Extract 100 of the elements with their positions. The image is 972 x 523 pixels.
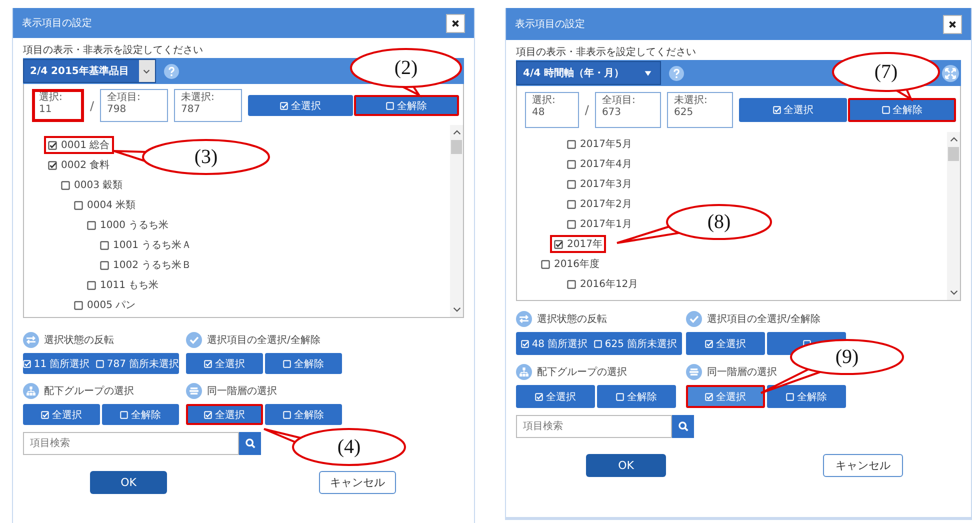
checkbox[interactable] — [567, 200, 576, 208]
separator-text: / — [584, 103, 589, 117]
dialog-title: 表示項目の設定 — [22, 16, 92, 30]
section-title: 選択状態の反転 — [44, 334, 114, 347]
count-label: 選択: — [532, 95, 556, 107]
scrollbar[interactable] — [450, 125, 463, 317]
select-all-button[interactable]: 全選択 — [686, 332, 765, 355]
empty-box-icon — [283, 410, 291, 418]
level-dropdown[interactable]: 2/4 2015年基準品目 — [23, 59, 156, 83]
clear-all-button[interactable]: 全解除 — [848, 98, 956, 122]
count-label: 未選択: — [181, 92, 216, 104]
section-title: 配下グループの選択 — [537, 366, 627, 379]
checkbox[interactable] — [48, 140, 57, 150]
tree-item[interactable]: 0004 米類 — [70, 196, 140, 214]
checkbox[interactable] — [554, 240, 563, 248]
tree-item[interactable]: 2017年1月 — [563, 215, 636, 233]
tree-item[interactable]: 2017年5月 — [563, 135, 636, 153]
close-button[interactable] — [943, 14, 962, 34]
tree-item[interactable]: 1002 うるち米Ｂ — [96, 256, 196, 274]
checkbox[interactable] — [567, 160, 576, 168]
search-button[interactable] — [239, 432, 261, 455]
checkbox[interactable] — [567, 180, 576, 188]
select-all-button[interactable]: 全選択 — [186, 404, 263, 425]
tree-item[interactable]: 2017年3月 — [563, 175, 636, 193]
tree-item[interactable]: 0005 パン — [70, 296, 140, 314]
instruction-text: 項目の表示・非表示を設定してください — [23, 44, 204, 57]
count-label: 全項目: — [107, 92, 142, 104]
scroll-down-icon[interactable] — [950, 289, 958, 296]
select-all-button[interactable]: 全選択 — [739, 98, 847, 122]
invert-selection-button[interactable]: 48 箇所選択 625 箇所未選択 — [516, 332, 682, 355]
tree-item[interactable]: 2017年4月 — [563, 155, 636, 173]
checkbox[interactable] — [567, 220, 576, 228]
tree-item[interactable]: 2016年12月 — [563, 275, 642, 293]
checked-box-icon — [204, 410, 212, 418]
ok-button[interactable]: OK — [586, 454, 666, 477]
scroll-down-icon[interactable] — [452, 306, 460, 313]
clear-all-button[interactable]: 全解除 — [354, 95, 459, 116]
checkbox[interactable] — [74, 200, 83, 210]
help-icon[interactable] — [164, 64, 179, 78]
cancel-button[interactable]: キャンセル — [319, 471, 396, 494]
empty-box-icon — [386, 102, 394, 110]
chevron-down-icon — [138, 60, 155, 82]
count-value: 48 — [532, 107, 546, 119]
swap-arrows-icon — [516, 311, 532, 327]
empty-box-icon — [283, 360, 291, 368]
close-icon — [451, 18, 460, 28]
level-dropdown[interactable]: 4/4 時間軸（年・月） — [516, 61, 662, 85]
empty-box-icon — [786, 392, 794, 400]
ok-button[interactable]: OK — [90, 471, 167, 494]
tree-item[interactable]: 2017年 — [550, 235, 606, 253]
checked-box-icon — [772, 106, 780, 114]
tree-item[interactable]: 2016年度 — [537, 255, 604, 273]
count-value: 787 — [181, 104, 202, 116]
checkbox[interactable] — [74, 300, 83, 310]
clear-all-button[interactable]: 全解除 — [767, 385, 846, 408]
select-all-button[interactable]: 全選択 — [248, 95, 353, 116]
cancel-button[interactable]: キャンセル — [823, 454, 903, 477]
org-chart-icon — [23, 383, 39, 399]
empty-box-icon — [882, 106, 890, 114]
checkbox[interactable] — [541, 260, 550, 268]
scroll-up-icon[interactable] — [950, 136, 958, 143]
select-all-button[interactable]: 全選択 — [23, 404, 100, 425]
tree-item[interactable]: 0001 総合 — [44, 136, 114, 154]
help-icon[interactable] — [669, 66, 684, 80]
checkbox[interactable] — [567, 280, 576, 288]
scrollbar[interactable] — [947, 132, 960, 300]
checkbox[interactable] — [100, 260, 109, 270]
tree-item[interactable]: 2017年2月 — [563, 195, 636, 213]
tree-item[interactable]: 0002 食料 — [44, 156, 114, 174]
select-all-button[interactable]: 全選択 — [686, 385, 765, 408]
count-value: 11 — [39, 104, 53, 116]
search-button[interactable] — [672, 415, 694, 438]
tree-item[interactable]: 1001 うるち米Ａ — [96, 236, 196, 254]
checkbox[interactable] — [567, 140, 576, 148]
clear-all-button[interactable]: 全解除 — [265, 404, 342, 425]
swap-arrows-icon — [23, 332, 39, 348]
tree-item[interactable]: 0003 穀類 — [57, 176, 127, 194]
checkbox[interactable] — [87, 280, 96, 290]
search-icon — [244, 438, 256, 449]
clear-all-button[interactable]: 全解除 — [102, 404, 179, 425]
checkbox[interactable] — [87, 220, 96, 230]
tree-item[interactable]: 1000 うるち米 — [83, 216, 173, 234]
checkbox[interactable] — [61, 180, 70, 190]
scroll-up-icon[interactable] — [452, 129, 460, 136]
tree-item[interactable]: 1011 もち米 — [83, 276, 163, 294]
search-field[interactable]: 項目検索 — [516, 415, 672, 438]
checkbox[interactable] — [48, 160, 57, 170]
checkbox[interactable] — [100, 240, 109, 250]
clear-all-button[interactable]: 全解除 — [265, 353, 342, 374]
clear-all-button[interactable]: 全解除 — [597, 385, 676, 408]
search-field[interactable]: 項目検索 — [23, 432, 239, 455]
invert-selection-button[interactable]: 11 箇所選択 787 箇所未選択 — [23, 353, 179, 374]
select-all-button[interactable]: 全選択 — [516, 385, 595, 408]
scrollbar-thumb[interactable] — [948, 147, 959, 161]
expand-icon[interactable] — [942, 64, 959, 82]
section-title: 選択状態の反転 — [537, 312, 607, 326]
select-all-button[interactable]: 全選択 — [186, 353, 263, 374]
scrollbar-thumb[interactable] — [451, 140, 462, 154]
close-button[interactable] — [446, 14, 465, 32]
section-title: 配下グループの選択 — [44, 384, 134, 398]
